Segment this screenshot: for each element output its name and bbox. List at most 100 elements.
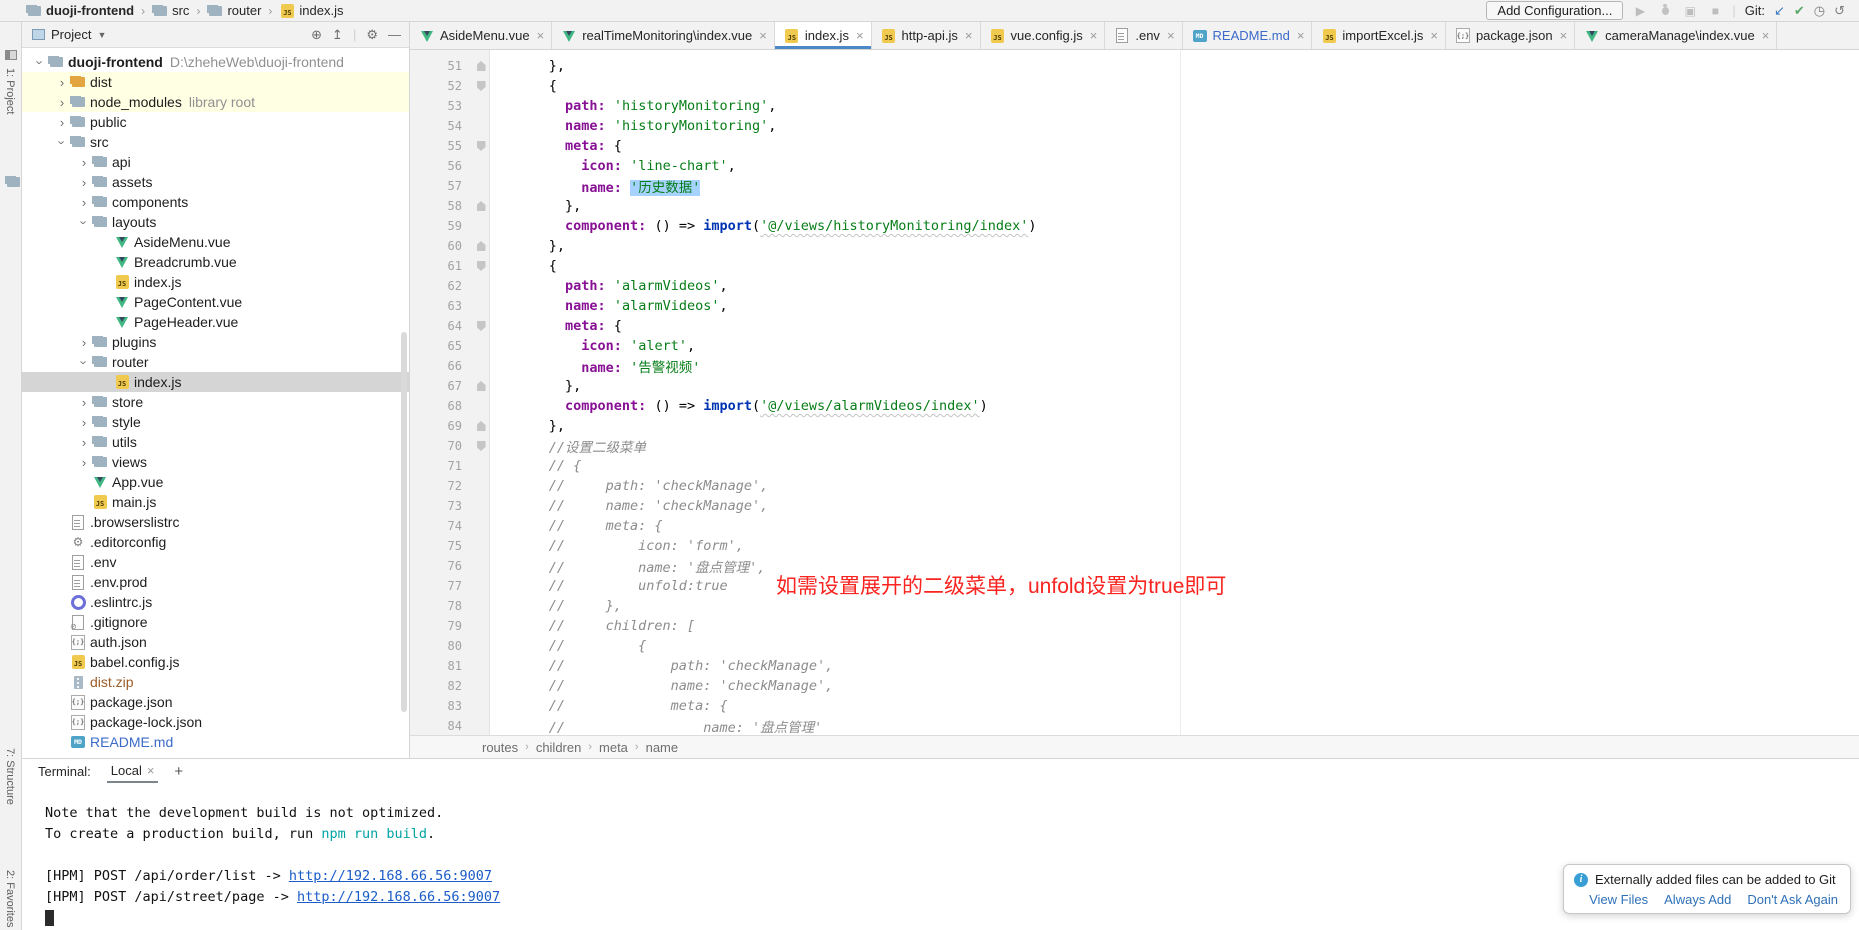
editor-tab-realTimeMonitoringindex.vue[interactable]: realTimeMonitoring\index.vue× bbox=[552, 22, 775, 49]
notification-action-view-files[interactable]: View Files bbox=[1589, 892, 1648, 907]
tree-item-style[interactable]: ›style bbox=[22, 412, 409, 432]
code-line-70[interactable]: 70 //设置二级菜单 bbox=[410, 436, 1859, 456]
terminal-link[interactable]: http://192.168.66.56:9007 bbox=[297, 889, 500, 905]
breadcrumb-item[interactable]: src bbox=[152, 3, 189, 18]
run-icon[interactable]: ▶ bbox=[1632, 4, 1648, 18]
tree-chevron[interactable]: › bbox=[76, 196, 92, 209]
code-line-73[interactable]: 73 // name: 'checkManage', bbox=[410, 496, 1859, 516]
tree-chevron[interactable]: › bbox=[76, 156, 92, 169]
tree-item-package.json[interactable]: package.json bbox=[22, 692, 409, 712]
tree-item-babel.config.js[interactable]: babel.config.js bbox=[22, 652, 409, 672]
code-breadcrumb-item[interactable]: meta bbox=[599, 740, 628, 755]
stripe-item-favorites[interactable]: 2: Favorites bbox=[4, 870, 16, 927]
fold-marker-icon[interactable] bbox=[477, 61, 486, 71]
code-line-80[interactable]: 80 // { bbox=[410, 636, 1859, 656]
tree-chevron[interactable]: › bbox=[78, 354, 91, 370]
tree-item-package-lock.json[interactable]: package-lock.json bbox=[22, 712, 409, 732]
code-line-52[interactable]: 52 { bbox=[410, 76, 1859, 96]
fold-gutter[interactable] bbox=[462, 201, 500, 211]
tree-item-components[interactable]: ›components bbox=[22, 192, 409, 212]
tree-item-store[interactable]: ›store bbox=[22, 392, 409, 412]
tree-chevron[interactable]: › bbox=[76, 396, 92, 409]
tree-chevron[interactable]: › bbox=[54, 96, 70, 109]
code-line-54[interactable]: 54 name: 'historyMonitoring', bbox=[410, 116, 1859, 136]
fold-gutter[interactable] bbox=[462, 421, 500, 431]
tree-item-AsideMenu.vue[interactable]: AsideMenu.vue bbox=[22, 232, 409, 252]
fold-marker-icon[interactable] bbox=[477, 141, 486, 151]
stripe-item-structure[interactable]: 7: Structure bbox=[4, 748, 16, 805]
tree-item-assets[interactable]: ›assets bbox=[22, 172, 409, 192]
terminal-tab-local[interactable]: Local × bbox=[107, 759, 159, 783]
code-line-67[interactable]: 67 }, bbox=[410, 376, 1859, 396]
close-icon[interactable]: × bbox=[965, 28, 973, 43]
close-icon[interactable]: × bbox=[147, 763, 155, 778]
code-line-68[interactable]: 68 component: () => import('@/views/alar… bbox=[410, 396, 1859, 416]
fold-marker-icon[interactable] bbox=[477, 81, 486, 91]
code-line-74[interactable]: 74 // meta: { bbox=[410, 516, 1859, 536]
stop-icon[interactable]: ■ bbox=[1707, 4, 1723, 18]
notification-action-always-add[interactable]: Always Add bbox=[1664, 892, 1731, 907]
close-icon[interactable]: × bbox=[1762, 28, 1770, 43]
tree-chevron[interactable]: › bbox=[78, 214, 91, 230]
code-line-58[interactable]: 58 }, bbox=[410, 196, 1859, 216]
chevron-down-icon[interactable]: ▼ bbox=[97, 30, 106, 40]
rollback-icon[interactable]: ↺ bbox=[1834, 3, 1845, 19]
debug-icon[interactable] bbox=[1657, 3, 1673, 18]
fold-gutter[interactable] bbox=[462, 61, 500, 71]
tree-item-views[interactable]: ›views bbox=[22, 452, 409, 472]
editor-tab-vue.config.js[interactable]: vue.config.js× bbox=[981, 22, 1106, 49]
fold-marker-icon[interactable] bbox=[477, 261, 486, 271]
fold-gutter[interactable] bbox=[462, 241, 500, 251]
editor-tab-README.md[interactable]: README.md× bbox=[1183, 22, 1313, 49]
tree-item-plugins[interactable]: ›plugins bbox=[22, 332, 409, 352]
locate-file-icon[interactable]: ⊕ bbox=[311, 27, 322, 43]
tree-item-dist.zip[interactable]: dist.zip bbox=[22, 672, 409, 692]
code-line-82[interactable]: 82 // name: 'checkManage', bbox=[410, 676, 1859, 696]
git-commit-icon[interactable]: ✔ bbox=[1794, 3, 1805, 19]
code-line-65[interactable]: 65 icon: 'alert', bbox=[410, 336, 1859, 356]
project-scrollbar[interactable] bbox=[401, 332, 407, 712]
tree-item-.env.prod[interactable]: .env.prod bbox=[22, 572, 409, 592]
editor-tab-cameraManageindex.vue[interactable]: cameraManage\index.vue× bbox=[1575, 22, 1777, 49]
tree-item-main.js[interactable]: main.js bbox=[22, 492, 409, 512]
code-line-53[interactable]: 53 path: 'historyMonitoring', bbox=[410, 96, 1859, 116]
tree-item-App.vue[interactable]: App.vue bbox=[22, 472, 409, 492]
code-line-83[interactable]: 83 // meta: { bbox=[410, 696, 1859, 716]
editor-tab-index.js[interactable]: index.js× bbox=[775, 22, 872, 49]
tree-item-.browserslistrc[interactable]: .browserslistrc bbox=[22, 512, 409, 532]
fold-marker-icon[interactable] bbox=[477, 321, 486, 331]
code-line-61[interactable]: 61 { bbox=[410, 256, 1859, 276]
code-line-55[interactable]: 55 meta: { bbox=[410, 136, 1859, 156]
code-line-56[interactable]: 56 icon: 'line-chart', bbox=[410, 156, 1859, 176]
notification-action-don-t-ask-again[interactable]: Don't Ask Again bbox=[1747, 892, 1838, 907]
tree-item-.env[interactable]: .env bbox=[22, 552, 409, 572]
tree-item-.editorconfig[interactable]: ⚙.editorconfig bbox=[22, 532, 409, 552]
close-icon[interactable]: × bbox=[1090, 28, 1098, 43]
editor-tab-AsideMenu.vue[interactable]: AsideMenu.vue× bbox=[410, 22, 552, 49]
tree-chevron[interactable]: › bbox=[76, 336, 92, 349]
code-editor[interactable]: 51 },52 {53 path: 'historyMonitoring',54… bbox=[410, 50, 1859, 735]
tree-item-.gitignore[interactable]: .gitignore bbox=[22, 612, 409, 632]
fold-marker-icon[interactable] bbox=[477, 381, 486, 391]
close-icon[interactable]: × bbox=[759, 28, 767, 43]
code-line-64[interactable]: 64 meta: { bbox=[410, 316, 1859, 336]
tree-chevron[interactable]: › bbox=[54, 116, 70, 129]
tree-chevron[interactable]: › bbox=[34, 54, 47, 70]
tree-item-README.md[interactable]: README.md bbox=[22, 732, 409, 752]
code-breadcrumb-item[interactable]: name bbox=[646, 740, 679, 755]
code-line-79[interactable]: 79 // children: [ bbox=[410, 616, 1859, 636]
editor-tab-.env[interactable]: .env× bbox=[1105, 22, 1182, 49]
fold-marker-icon[interactable] bbox=[477, 201, 486, 211]
code-line-66[interactable]: 66 name: '告警视频' bbox=[410, 356, 1859, 376]
hide-panel-icon[interactable]: — bbox=[388, 27, 401, 42]
code-line-51[interactable]: 51 }, bbox=[410, 56, 1859, 76]
tree-chevron[interactable]: › bbox=[76, 456, 92, 469]
fold-gutter[interactable] bbox=[462, 261, 500, 271]
editor-tab-http-api.js[interactable]: http-api.js× bbox=[872, 22, 981, 49]
tree-item-PageHeader.vue[interactable]: PageHeader.vue bbox=[22, 312, 409, 332]
breadcrumb-item[interactable]: duoji-frontend bbox=[26, 3, 134, 18]
tree-chevron[interactable]: › bbox=[54, 76, 70, 89]
tree-item-PageContent.vue[interactable]: PageContent.vue bbox=[22, 292, 409, 312]
close-icon[interactable]: × bbox=[1297, 28, 1305, 43]
gear-icon[interactable]: ⚙ bbox=[366, 27, 378, 43]
